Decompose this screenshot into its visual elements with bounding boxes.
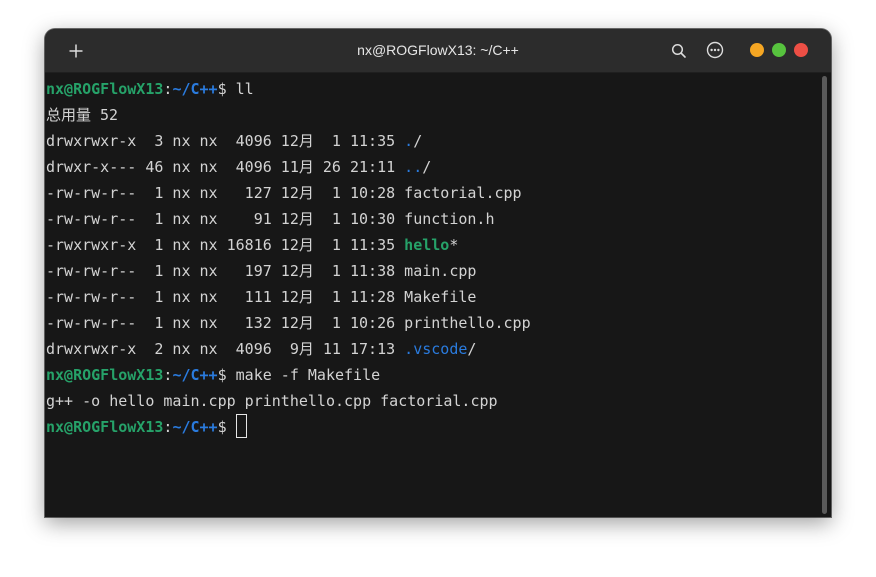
listing-dir-name: .vscode xyxy=(404,340,468,358)
prompt-line: nx@ROGFlowX13:~/C++$ ll xyxy=(46,76,254,102)
listing-meta: -rwxrwxr-x 1 nx nx 16816 12月 1 11:35 xyxy=(46,236,405,254)
scrollbar[interactable] xyxy=(822,76,827,514)
prompt-path: ~/C++ xyxy=(172,366,218,384)
prompt-line: nx@ROGFlowX13:~/C++$ xyxy=(46,414,247,440)
search-button[interactable] xyxy=(668,40,690,62)
prompt-symbol: $ xyxy=(217,418,236,436)
prompt-symbol: $ xyxy=(217,80,236,98)
prompt-line: nx@ROGFlowX13:~/C++$ make -f Makefile xyxy=(46,362,380,388)
listing-dir-name: . xyxy=(404,132,414,150)
listing-row: drwxr-x--- 46 nx nx 4096 11月 26 21:11 ..… xyxy=(46,154,431,180)
new-tab-button[interactable] xyxy=(59,35,93,66)
terminal-window: nx@ROGFlowX13: ~/C++ nx@ROGFlowX13:~/C++… xyxy=(45,29,831,517)
listing-row: -rw-rw-r-- 1 nx nx 91 12月 1 10:30 functi… xyxy=(46,206,494,232)
title-bar: nx@ROGFlowX13: ~/C++ xyxy=(45,29,831,73)
listing-dir-name: .. xyxy=(404,158,423,176)
menu-button[interactable] xyxy=(704,39,726,61)
listing-row: -rw-rw-r-- 1 nx nx 132 12月 1 10:26 print… xyxy=(46,310,531,336)
command-text: make -f Makefile xyxy=(235,366,381,384)
listing-file-name: printhello.cpp xyxy=(404,314,531,332)
prompt-path: ~/C++ xyxy=(172,80,218,98)
listing-row: -rw-rw-r-- 1 nx nx 197 12月 1 11:38 main.… xyxy=(46,258,476,284)
listing-meta: -rw-rw-r-- 1 nx nx 132 12月 1 10:26 xyxy=(46,314,405,332)
listing-suffix: * xyxy=(449,236,459,254)
listing-file-name: factorial.cpp xyxy=(404,184,522,202)
prompt-symbol: $ xyxy=(217,366,236,384)
total-line: 总用量 52 xyxy=(46,106,119,124)
listing-meta: -rw-rw-r-- 1 nx nx 111 12月 1 11:28 xyxy=(46,288,405,306)
listing-suffix: / xyxy=(422,158,432,176)
listing-row: -rw-rw-r-- 1 nx nx 127 12月 1 10:28 facto… xyxy=(46,180,522,206)
command-output: g++ -o hello main.cpp printhello.cpp fac… xyxy=(46,392,498,410)
prompt-path: ~/C++ xyxy=(172,418,218,436)
more-icon xyxy=(706,41,724,59)
listing-exe-name: hello xyxy=(404,236,450,254)
listing-file-name: main.cpp xyxy=(404,262,477,280)
listing-meta: drwxrwxr-x 2 nx nx 4096 9月 11 17:13 xyxy=(46,340,405,358)
plus-icon xyxy=(69,44,83,57)
minimize-button[interactable] xyxy=(750,43,764,57)
prompt-user-host: nx@ROGFlowX13 xyxy=(46,366,164,384)
listing-meta: drwxr-x--- 46 nx nx 4096 11月 26 21:11 xyxy=(46,158,405,176)
terminal-output[interactable]: nx@ROGFlowX13:~/C++$ ll 总用量 52 drwxrwxr-… xyxy=(45,73,817,517)
listing-row: drwxrwxr-x 2 nx nx 4096 9月 11 17:13 .vsc… xyxy=(46,336,476,362)
listing-suffix: / xyxy=(413,132,423,150)
prompt-user-host: nx@ROGFlowX13 xyxy=(46,418,164,436)
close-button[interactable] xyxy=(794,43,808,57)
text-cursor[interactable] xyxy=(235,414,247,438)
listing-file-name: function.h xyxy=(404,210,495,228)
command-text: ll xyxy=(235,80,254,98)
listing-meta: -rw-rw-r-- 1 nx nx 127 12月 1 10:28 xyxy=(46,184,405,202)
search-icon xyxy=(671,43,686,58)
prompt-user-host: nx@ROGFlowX13 xyxy=(46,80,164,98)
listing-meta: drwxrwxr-x 3 nx nx 4096 12月 1 11:35 xyxy=(46,132,405,150)
listing-row: drwxrwxr-x 3 nx nx 4096 12月 1 11:35 ./ xyxy=(46,128,422,154)
listing-suffix: / xyxy=(467,340,477,358)
listing-meta: -rw-rw-r-- 1 nx nx 91 12月 1 10:30 xyxy=(46,210,405,228)
maximize-button[interactable] xyxy=(772,43,786,57)
listing-row: -rwxrwxr-x 1 nx nx 16816 12月 1 11:35 hel… xyxy=(46,232,458,258)
listing-meta: -rw-rw-r-- 1 nx nx 197 12月 1 11:38 xyxy=(46,262,405,280)
listing-row: -rw-rw-r-- 1 nx nx 111 12月 1 11:28 Makef… xyxy=(46,284,476,310)
listing-file-name: Makefile xyxy=(404,288,477,306)
